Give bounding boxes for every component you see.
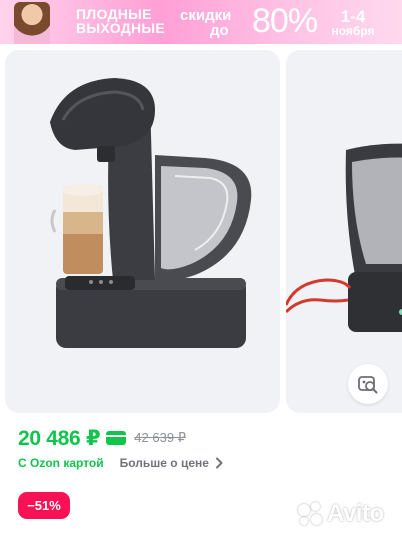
more-price-link[interactable]: Больше о цене	[120, 456, 209, 470]
chevron-right-icon[interactable]	[215, 457, 223, 469]
image-search-button[interactable]	[348, 364, 388, 404]
promo-banner[interactable]: ПЛОДНЫЕ ВЫХОДНЫЕ скидки до 80% 1-4 ноябр…	[0, 0, 402, 44]
price-with-card: 20 486 ₽	[18, 426, 101, 450]
promo-sale-line1: скидки	[180, 7, 232, 24]
promo-sale-line2: до	[210, 22, 229, 39]
avito-logo-icon	[296, 500, 324, 528]
promo-date-range: 1-4	[340, 7, 366, 26]
avito-watermark: Avito	[296, 500, 384, 528]
promo-title: ПЛОДНЫЕ ВЫХОДНЫЕ	[76, 7, 172, 35]
promo-date-month: ноября	[331, 24, 375, 38]
promo-percent: 80%	[252, 2, 318, 40]
promo-title-line1: ПЛОДНЫЕ	[76, 6, 152, 22]
coffee-machine-image	[50, 78, 252, 348]
promo-title-line2: ВЫХОДНЫЕ	[76, 20, 166, 36]
product-gallery[interactable]	[0, 44, 402, 416]
old-price: 42 639 ₽	[134, 430, 186, 445]
promo-model-image	[14, 2, 50, 44]
image-search-icon	[358, 376, 378, 394]
price-row: 20 486 ₽ 42 639 ₽	[18, 425, 186, 451]
promo-date: 1-4 ноября	[318, 8, 388, 38]
avito-watermark-text: Avito	[327, 500, 384, 527]
gallery-image-1[interactable]	[5, 50, 280, 413]
coffee-machine-image-2	[286, 143, 402, 332]
ozon-card-icon	[106, 431, 127, 445]
gallery-image-2[interactable]	[286, 50, 402, 413]
promo-sale-text: скидки до	[180, 8, 231, 38]
ozon-card-label: С Ozon картой	[18, 456, 104, 470]
discount-badge: −51%	[18, 492, 70, 519]
price-subrow: С Ozon картой Больше о цене	[18, 455, 223, 471]
